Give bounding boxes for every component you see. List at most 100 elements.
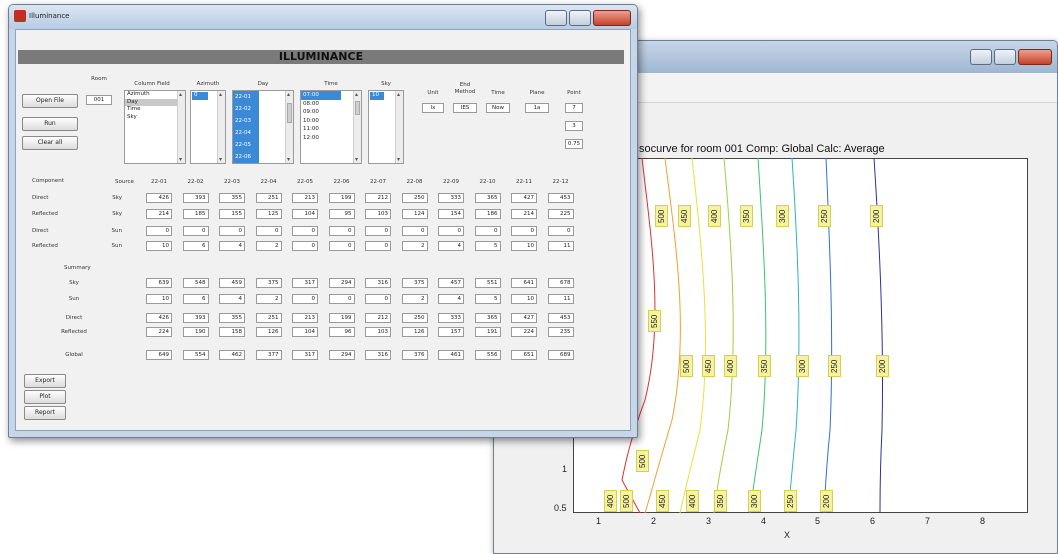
table-cell: 333 [438, 193, 464, 203]
table-cell: 0 [255, 226, 282, 236]
run-button[interactable]: Run [22, 117, 78, 131]
list-item[interactable]: 08:00 [301, 100, 361, 109]
list-item[interactable]: 22-06 [233, 151, 259, 163]
time-mode-label: Time [491, 90, 505, 96]
minimize-icon[interactable] [545, 10, 567, 26]
summary-cell: 6 [182, 294, 209, 304]
maximize-icon[interactable] [569, 10, 591, 26]
table-cell: 10 [511, 241, 537, 251]
table-cell: 0 [328, 241, 355, 251]
list-item[interactable]: 10:00 [301, 117, 361, 126]
table-cell: 0 [328, 226, 355, 236]
summary-cell: 224 [511, 327, 537, 337]
list-item[interactable]: 22-02 [233, 103, 259, 115]
plot-button[interactable]: Plot [24, 390, 66, 404]
day-list[interactable]: 22-01 22-02 22-03 22-04 22-05 22-06 [232, 90, 294, 164]
table-cell: 0 [511, 226, 537, 236]
unit-field[interactable]: lx [422, 103, 444, 113]
table-cell: 2 [255, 241, 282, 251]
summary-cell: 2 [401, 294, 428, 304]
x-tick: 1 [596, 516, 602, 526]
time-mode-field[interactable]: Now [486, 103, 510, 113]
minimize-icon[interactable] [970, 49, 992, 65]
summary-cell: 551 [474, 278, 501, 288]
list-item[interactable]: 09:00 [301, 108, 361, 117]
list-item[interactable]: 11:00 [301, 125, 361, 134]
list-item[interactable]: Time [125, 106, 185, 114]
close-icon[interactable] [593, 10, 631, 26]
summary-cell: 4 [219, 294, 245, 304]
illum-title-bar [9, 5, 637, 29]
x-tick: 8 [980, 516, 986, 526]
maximize-icon[interactable] [994, 49, 1016, 65]
list-item[interactable]: 0 [192, 92, 208, 100]
illuminance-window: Illuminance [8, 4, 638, 438]
open-file-button[interactable]: Open File [22, 94, 78, 108]
point-z-field[interactable]: 0.75 [565, 139, 583, 149]
list-item[interactable]: 22-03 [233, 115, 259, 127]
contour-label: 350 [714, 490, 727, 512]
list-item[interactable]: 10 [370, 92, 384, 100]
list-item[interactable]: 22-04 [233, 127, 259, 139]
x-tick: 6 [870, 516, 876, 526]
ehd-method-field[interactable]: IES [453, 103, 477, 113]
summary-cell: 376 [401, 350, 428, 360]
table-cell: 393 [182, 193, 209, 203]
clear-all-button[interactable]: Clear all [22, 136, 78, 150]
room-label: Room [91, 76, 107, 82]
contour-label: 350 [758, 355, 771, 377]
summary-cell: 96 [328, 327, 355, 337]
source-label: Sky [112, 211, 122, 217]
list-item[interactable]: 22-05 [233, 139, 259, 151]
plane-field[interactable]: 1a [525, 103, 549, 113]
column-field-list[interactable]: Azimuth Day Time Sky [124, 90, 186, 164]
summary-cell: 10 [511, 294, 537, 304]
scrollbar[interactable] [217, 91, 225, 163]
scrollbar[interactable] [353, 91, 361, 163]
summary-cell: 191 [474, 327, 501, 337]
close-icon[interactable] [1018, 49, 1052, 65]
time-label: Time [324, 81, 338, 87]
day-column-header: 22-11 [516, 179, 532, 185]
contour-label: 300 [776, 205, 789, 227]
contour-label: 450 [702, 355, 715, 377]
point-y-field[interactable]: 3 [565, 121, 583, 131]
summary-cell: 11 [547, 294, 574, 304]
room-field[interactable]: 001 [86, 95, 112, 105]
list-item[interactable]: Azimuth [125, 91, 185, 99]
azimuth-list[interactable]: 0 [190, 90, 226, 164]
list-item[interactable]: 12:00 [301, 134, 361, 143]
day-column-header: 22-02 [187, 179, 204, 185]
contour-label: 400 [604, 490, 617, 512]
x-tick: 5 [815, 516, 821, 526]
source-label: Sky [112, 195, 122, 201]
list-item[interactable]: 22-01 [233, 91, 259, 103]
scrollbar[interactable] [285, 91, 293, 163]
table-cell: 214 [146, 209, 172, 219]
scrollbar[interactable] [395, 91, 403, 163]
list-item[interactable]: Sky [125, 114, 185, 122]
table-cell: 103 [365, 209, 391, 219]
table-cell: 426 [146, 193, 172, 203]
table-cell: 0 [547, 226, 574, 236]
point-x-field[interactable]: 7 [565, 103, 583, 113]
export-button[interactable]: Export [24, 374, 66, 388]
time-list[interactable]: 07:00 08:00 09:00 10:00 11:00 12:00 [300, 90, 362, 164]
day-column-header: 22-05 [297, 179, 313, 185]
scrollbar[interactable] [177, 91, 185, 163]
table-cell: 4 [438, 241, 464, 251]
summary-cell: 678 [547, 278, 574, 288]
component-label: Reflected [32, 211, 58, 217]
day-column-header: 22-12 [552, 179, 569, 185]
summary-cell: 5 [474, 294, 501, 304]
list-item[interactable]: 07:00 [301, 91, 341, 100]
day-column-header: 22-03 [224, 179, 240, 185]
summary-cell: 0 [328, 294, 355, 304]
table-cell: 0 [219, 226, 245, 236]
table-cell: 453 [547, 193, 574, 203]
illuminance-banner: ILLUMINANCE [18, 50, 624, 64]
sky-list[interactable]: 10 [368, 90, 404, 164]
illum-title: Illuminance [29, 12, 70, 20]
list-item[interactable]: Day [125, 98, 185, 106]
report-button[interactable]: Report [24, 406, 66, 420]
